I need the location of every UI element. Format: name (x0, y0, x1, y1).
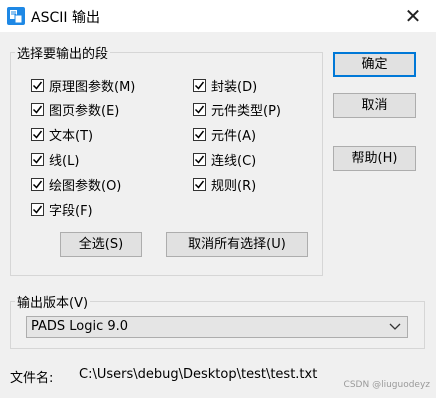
checkbox-box[interactable] (31, 78, 44, 92)
check-icon (32, 105, 43, 114)
select-all-button[interactable]: 全选(S) (60, 232, 142, 257)
check-icon (32, 130, 43, 139)
checkbox-parts[interactable]: 元件(A) (193, 124, 256, 144)
checkbox-connections[interactable]: 连线(C) (193, 149, 256, 169)
check-icon (32, 180, 43, 189)
window-title: ASCII 输出 (31, 10, 100, 26)
file-path: C:\Users\debug\Desktop\test\test.txt (79, 367, 318, 382)
checkbox-label: 文本(T) (49, 128, 94, 144)
check-icon (32, 205, 43, 214)
checkbox-lines[interactable]: 线(L) (31, 149, 79, 169)
close-button[interactable]: ✕ (400, 4, 426, 28)
cancel-button[interactable]: 取消 (333, 93, 416, 118)
checkbox-box[interactable] (193, 177, 206, 191)
checkbox-rules[interactable]: 规则(R) (193, 174, 256, 194)
app-document-icon (7, 7, 25, 25)
check-icon (194, 130, 205, 139)
watermark: CSDN @liuguodeyz (343, 380, 430, 390)
checkbox-sheet-params[interactable]: 图页参数(E) (31, 99, 119, 119)
checkbox-box[interactable] (193, 127, 206, 141)
checkbox-box[interactable] (31, 102, 44, 116)
checkbox-box[interactable] (31, 202, 44, 216)
check-icon (194, 180, 205, 189)
checkbox-fields[interactable]: 字段(F) (31, 199, 93, 219)
checkbox-box[interactable] (193, 152, 206, 166)
check-icon (32, 81, 43, 90)
checkbox-decals[interactable]: 封装(D) (193, 75, 257, 95)
checkbox-label: 封装(D) (211, 79, 258, 95)
checkbox-part-types[interactable]: 元件类型(P) (193, 99, 281, 119)
checkbox-box[interactable] (193, 78, 206, 92)
help-button[interactable]: 帮助(H) (333, 146, 416, 171)
checkbox-label: 线(L) (49, 153, 80, 169)
checkbox-label: 元件(A) (211, 128, 257, 144)
title-bar: ASCII 输出 ✕ (0, 0, 436, 32)
checkbox-label: 规则(R) (211, 178, 257, 194)
version-select-value: PADS Logic 9.0 (31, 319, 129, 334)
chevron-down-icon[interactable] (389, 322, 401, 332)
checkbox-box[interactable] (31, 127, 44, 141)
checkbox-label: 原理图参数(M) (49, 79, 136, 95)
checkbox-label: 图页参数(E) (49, 103, 120, 119)
version-select[interactable]: PADS Logic 9.0 (26, 316, 408, 338)
version-group-label: 输出版本(V) (15, 292, 91, 311)
check-icon (32, 155, 43, 164)
checkbox-box[interactable] (31, 177, 44, 191)
checkbox-drawing-params[interactable]: 绘图参数(O) (31, 174, 121, 194)
sections-group-label: 选择要输出的段 (15, 43, 111, 62)
check-icon (194, 155, 205, 164)
check-icon (194, 81, 205, 90)
ok-button[interactable]: 确定 (333, 52, 416, 77)
checkbox-label: 绘图参数(O) (49, 178, 122, 194)
checkbox-label: 字段(F) (49, 203, 93, 219)
file-name-label: 文件名: (10, 371, 54, 386)
checkbox-label: 连线(C) (211, 153, 257, 169)
checkbox-schematic-params[interactable]: 原理图参数(M) (31, 75, 135, 95)
deselect-all-button[interactable]: 取消所有选择(U) (166, 232, 308, 257)
check-icon (194, 105, 205, 114)
checkbox-box[interactable] (193, 102, 206, 116)
checkbox-text[interactable]: 文本(T) (31, 124, 93, 144)
checkbox-box[interactable] (31, 152, 44, 166)
checkbox-label: 元件类型(P) (211, 103, 281, 119)
